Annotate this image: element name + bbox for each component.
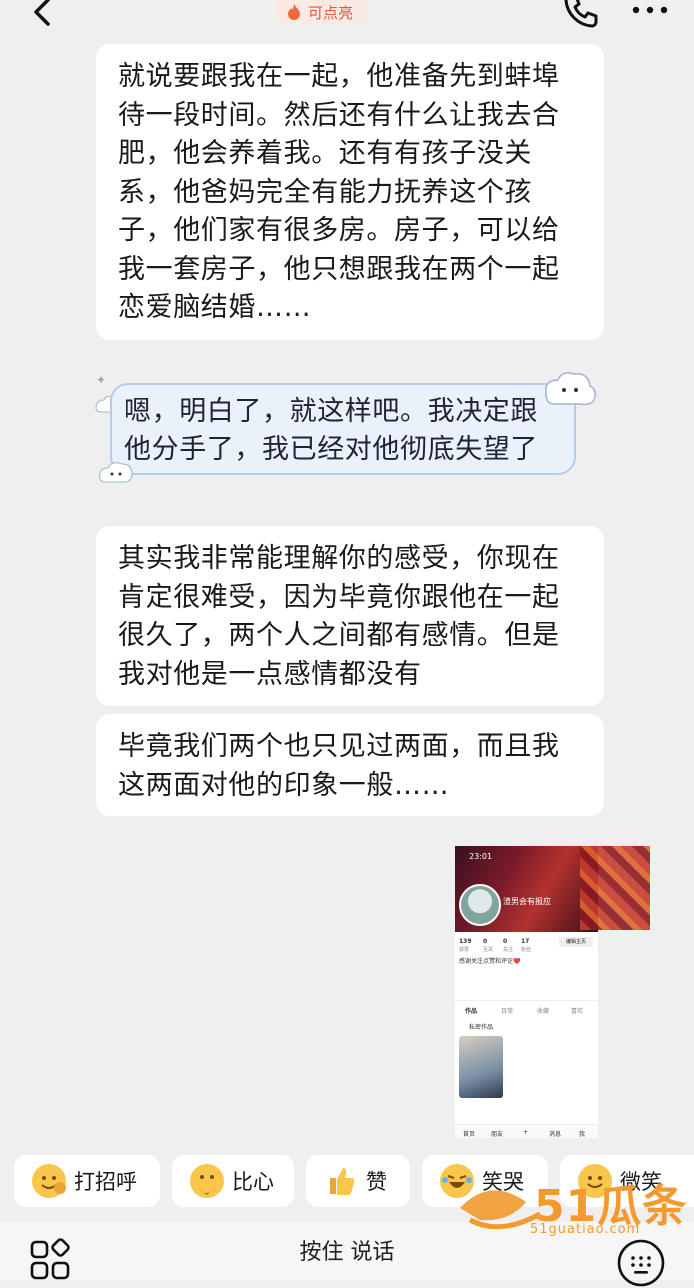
quick-reply-0[interactable]: 打招呼 <box>14 1155 160 1207</box>
stat-4-num: 17 <box>521 938 530 945</box>
received-message-1[interactable]: 就说要跟我在一起，他准备先到蚌埠待一段时间。然后还有什么让我去合肥，他会养着我。… <box>96 44 604 340</box>
more-options-icon[interactable] <box>630 0 670 26</box>
profile-name: 渣男会有报应 <box>503 897 551 906</box>
quick-reply-label-0: 打招呼 <box>74 1170 137 1194</box>
quick-reply-label-1: 比心 <box>232 1170 274 1194</box>
edit-profile-button: 编辑主页 <box>559 937 593 947</box>
nav-friends: 朋友 <box>491 1131 504 1138</box>
screenshot-time: 23:01 <box>469 852 493 861</box>
thumbs-up-emoji-icon <box>324 1164 358 1198</box>
sent-message[interactable]: 嗯，明白了，就这样吧。我决定跟他分手了，我已经对他彻底失望了 <box>110 383 576 475</box>
nav-me: 我 <box>579 1131 586 1138</box>
svg-text:✦: ✦ <box>96 373 106 387</box>
video-thumbnail <box>459 1036 503 1098</box>
stat-1-label: 获赞 <box>459 947 470 953</box>
private-works-label: 私密作品 <box>469 1024 494 1031</box>
received-message-2[interactable]: 其实我非常能理解你的感受，你现在肯定很难受，因为毕竟你跟他在一起很久了，两个人之… <box>96 526 604 706</box>
tab-daily: 日常 <box>501 1008 514 1015</box>
nav-plus: + <box>523 1129 529 1136</box>
stat-4-label: 粉丝 <box>521 947 532 953</box>
stat-3-label: 关注 <box>503 947 514 953</box>
divider <box>455 1000 598 1001</box>
flame-icon <box>288 4 300 20</box>
profile-avatar <box>459 884 501 926</box>
profile-screenshot-image[interactable]: 23:01 渣男会有报应 139 获赞 0 互关 0 关注 17 粉丝 编辑主页… <box>455 846 598 1138</box>
profile-bio: 感谢关注点赞和评论❤️ <box>459 958 521 965</box>
stat-1-num: 139 <box>459 938 472 945</box>
watermark-url: 51guatiao.com <box>530 1222 641 1237</box>
heart-hands-emoji-icon <box>190 1164 224 1198</box>
quick-reply-label-2: 赞 <box>366 1170 387 1194</box>
nav-home: 首页 <box>463 1131 476 1138</box>
stat-2-label: 互关 <box>483 947 494 953</box>
received-message-3[interactable]: 毕竟我们两个也只见过两面，而且我这两面对他的印象一般…… <box>96 714 604 816</box>
quick-reply-1[interactable]: 比心 <box>172 1155 294 1207</box>
cloud-face-decoration-icon <box>545 372 597 406</box>
badge-label: 可点亮 <box>308 3 354 22</box>
stat-3-num: 0 <box>503 938 508 945</box>
tab-works: 作品 <box>465 1008 478 1015</box>
cloud-small-decoration-icon <box>99 462 133 483</box>
stat-2-num: 0 <box>483 938 488 945</box>
mosaic-blur-area <box>580 846 650 930</box>
quick-reply-2[interactable]: 赞 <box>306 1155 410 1207</box>
wave-emoji-icon <box>32 1164 66 1198</box>
back-arrow-icon[interactable] <box>24 0 64 34</box>
top-bar: 可点亮 <box>0 0 694 44</box>
tab-favorites: 收藏 <box>537 1008 550 1015</box>
phone-call-icon[interactable] <box>560 0 602 32</box>
tab-likes: 喜欢 <box>571 1008 584 1015</box>
keyboard-icon[interactable] <box>616 1238 666 1288</box>
nav-messages: 消息 <box>549 1131 562 1138</box>
light-up-badge[interactable]: 可点亮 <box>276 0 368 24</box>
